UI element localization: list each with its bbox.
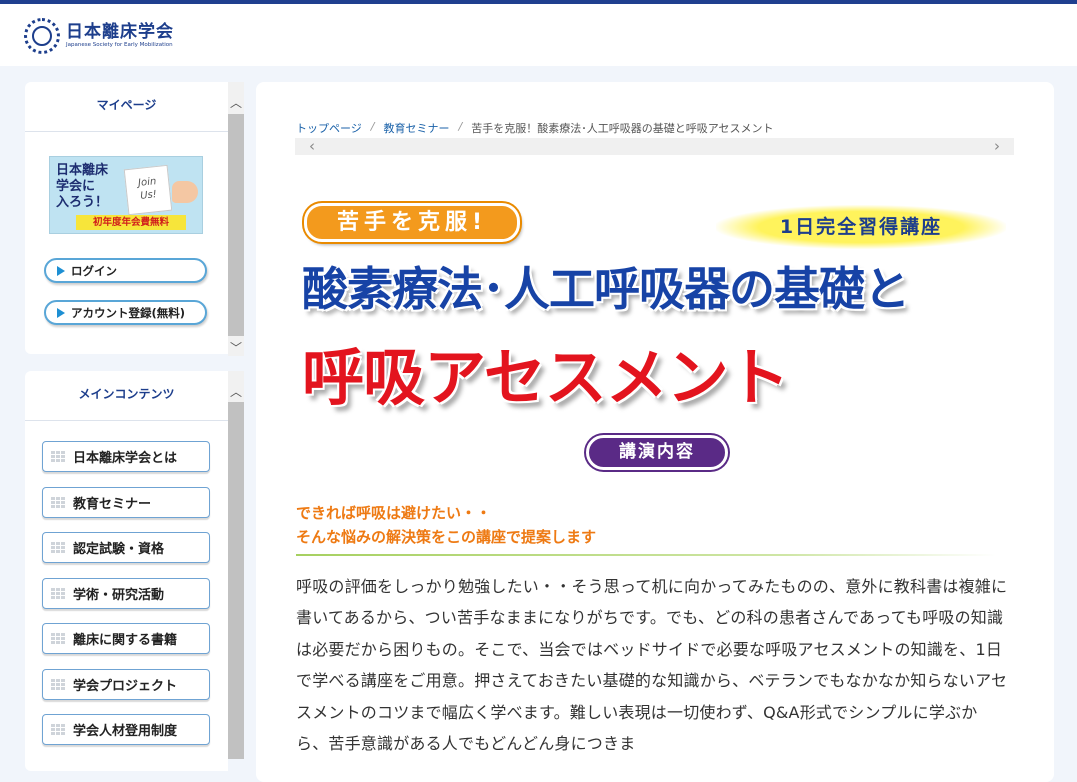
scroll-up-icon[interactable]: ︿	[228, 384, 244, 400]
nav-item-projects[interactable]: 学会プロジェクト	[42, 669, 210, 700]
nav-item-certification[interactable]: 認定試験・資格	[42, 532, 210, 563]
nav-item-about[interactable]: 日本離床学会とは	[42, 441, 210, 472]
hero-title-line1: 酸素療法･人工呼吸器の基礎と	[302, 262, 910, 316]
join-note: Join Us!	[123, 164, 173, 216]
breadcrumb: トップページ / 教育セミナー / 苦手を克服！酸素療法･人工呼吸器の基礎と呼吸…	[296, 120, 774, 136]
chevron-right-icon[interactable]: ›	[994, 138, 1000, 155]
hero-badge: 1日完全習得講座	[716, 205, 1006, 249]
breadcrumb-scrollbar[interactable]: ‹ ›	[295, 138, 1014, 155]
mypage-scrollbar-thumb[interactable]	[228, 114, 244, 336]
nav-item-label: 学術・研究活動	[73, 588, 165, 603]
nav-item-label: 日本離床学会とは	[73, 451, 178, 466]
nav-item-books[interactable]: 離床に関する書籍	[42, 623, 210, 654]
site-logo[interactable]: 日本離床学会 Japanese Society for Early Mobili…	[24, 16, 174, 56]
login-label: ログイン	[71, 263, 117, 278]
grid-icon	[51, 496, 65, 509]
nav-item-label: 学会プロジェクト	[73, 679, 178, 694]
main-content-panel: メインコンテンツ 日本離床学会とは 教育セミナー 認定試験・資格 学術・研究活動…	[25, 371, 228, 771]
breadcrumb-home-link[interactable]: トップページ	[296, 120, 362, 136]
hero-tag: 苦手を克服!	[304, 203, 520, 242]
nav-item-label: 離床に関する書籍	[73, 633, 178, 648]
main-content-title: メインコンテンツ	[25, 371, 228, 421]
body-paragraph: 呼吸の評価をしっかり勉強したい・・そう思って机に向かってみたものの、意外に教科書…	[296, 577, 1008, 754]
breadcrumb-seminar-link[interactable]: 教育セミナー	[384, 120, 450, 136]
scroll-up-icon[interactable]: ︿	[228, 95, 244, 111]
hero-banner: 苦手を克服! 1日完全習得講座 酸素療法･人工呼吸器の基礎と 呼吸アセスメント	[296, 199, 1016, 414]
breadcrumb-separator: /	[458, 120, 463, 133]
lead-line2: そんな悩みの解決策をこの講座で提案します	[296, 528, 597, 546]
grid-icon	[51, 678, 65, 691]
join-banner[interactable]: 日本離床 学会に 入ろう！ Join Us! 初年度年会費無料	[49, 156, 203, 234]
lead-line1: できれば呼吸は避けたい・・	[296, 504, 492, 522]
logo-name: 日本離床学会	[66, 22, 174, 42]
nav-item-seminar[interactable]: 教育セミナー	[42, 487, 210, 518]
join-banner-headline: 日本離床 学会に 入ろう！	[56, 163, 109, 210]
join-banner-fee: 初年度年会費無料	[76, 215, 186, 230]
main-article: トップページ / 教育セミナー / 苦手を克服！酸素療法･人工呼吸器の基礎と呼吸…	[256, 82, 1054, 782]
login-button[interactable]: ログイン	[44, 258, 207, 283]
breadcrumb-current: 苦手を克服！酸素療法･人工呼吸器の基礎と呼吸アセスメント	[471, 122, 774, 135]
grid-icon	[51, 587, 65, 600]
lead-text: できれば呼吸は避けたい・・ そんな悩みの解決策をこの講座で提案します	[296, 501, 596, 549]
play-triangle-icon	[57, 307, 65, 318]
site-header: 日本離床学会 Japanese Society for Early Mobili…	[0, 4, 1077, 66]
hero-title-line2: 呼吸アセスメント	[302, 341, 790, 414]
chevron-left-icon[interactable]: ‹	[309, 138, 315, 155]
register-label: アカウント登録(無料)	[71, 305, 186, 320]
logo-subtitle: Japanese Society for Early Mobilization	[66, 42, 173, 48]
nav-item-label: 教育セミナー	[73, 497, 152, 512]
grid-icon	[51, 450, 65, 463]
mypage-panel: マイページ 日本離床 学会に 入ろう！ Join Us! 初年度年会費無料 ログ…	[25, 82, 228, 354]
mypage-title: マイページ	[25, 82, 228, 132]
grid-icon	[51, 541, 65, 554]
pointing-hand-icon	[172, 181, 198, 203]
grid-icon	[51, 632, 65, 645]
nav-item-label: 認定試験・資格	[73, 542, 165, 557]
scroll-down-icon[interactable]: ﹀	[228, 340, 244, 356]
nav-item-talent[interactable]: 学会人材登用制度	[42, 714, 210, 745]
main-scrollbar-thumb[interactable]	[228, 402, 244, 759]
breadcrumb-separator: /	[370, 120, 375, 133]
logo-emblem-icon	[24, 18, 60, 54]
play-triangle-icon	[57, 265, 65, 276]
grid-icon	[51, 723, 65, 736]
nav-item-research[interactable]: 学術・研究活動	[42, 578, 210, 609]
lead-divider	[296, 554, 996, 556]
nav-item-label: 学会人材登用制度	[73, 724, 178, 739]
register-button[interactable]: アカウント登録(無料)	[44, 300, 207, 325]
lecture-content-heading: 講演内容	[586, 435, 728, 470]
